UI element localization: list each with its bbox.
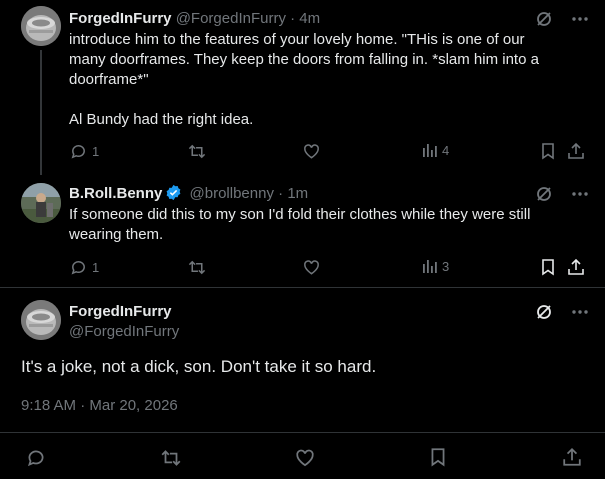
user-handle[interactable]: @brollbenny [190,185,274,202]
timestamp[interactable]: 1m [287,185,308,202]
grok-icon[interactable] [535,10,553,28]
heart-icon [296,449,314,467]
views-count: 3 [442,258,450,274]
more-options-icon[interactable] [571,191,589,197]
tweet-text: If someone did this to my son I'd fold t… [69,205,565,245]
reply-button[interactable]: 1 [69,142,99,161]
like-button[interactable] [294,447,316,469]
share-button[interactable] [567,258,585,276]
repost-button[interactable] [160,447,182,469]
bookmark-button[interactable] [539,258,557,276]
bookmark-button[interactable] [428,447,448,467]
main-action-bar [0,447,605,469]
avatar[interactable] [21,183,61,223]
reply-count: 1 [92,144,100,159]
separator: · [290,10,296,27]
views-count: 4 [442,142,450,158]
like-button[interactable] [302,258,321,277]
more-options-icon[interactable] [571,16,589,22]
views-button[interactable]: 4 [422,142,449,158]
main-header-icons [535,302,589,322]
separator: · [278,185,284,202]
verified-badge-icon[interactable] [165,184,182,201]
action-bar: 1 4 [69,142,589,162]
bookmark-button[interactable] [539,142,557,160]
reply-icon [27,450,44,467]
reply-button[interactable] [25,447,47,469]
grok-icon[interactable] [535,303,553,321]
tweet-text-content: introduce him to the features of your lo… [69,31,539,128]
repost-icon [188,260,206,275]
divider [0,432,605,433]
views-icon [423,260,437,273]
tweet-text-content: If someone did this to my son I'd fold t… [69,206,535,243]
repost-icon [161,450,181,466]
main-timestamp[interactable]: 9:18 AM · Mar 20, 2026 [21,396,178,416]
heart-icon [304,260,319,275]
repost-button[interactable] [187,142,207,161]
user-handle[interactable]: @ForgedInFurry [176,10,286,27]
display-name[interactable]: B.Roll.Benny [69,185,162,202]
share-button[interactable] [567,142,585,160]
share-icon [568,258,584,275]
display-name[interactable]: ForgedInFurry [69,302,172,322]
share-icon [568,142,584,159]
repost-icon [188,144,206,159]
display-name[interactable]: ForgedInFurry [69,10,172,27]
reply-count: 1 [92,260,100,275]
action-bar: 1 3 [69,258,589,278]
reply-icon [71,145,85,159]
bookmark-icon [542,143,554,160]
user-handle[interactable]: @ForgedInFurry [69,322,179,342]
main-tweet-text: It's a joke, not a dick, son. Don't take… [21,357,377,376]
avatar[interactable] [21,300,61,340]
tweet-text: introduce him to the features of your lo… [69,30,565,130]
thread-connector [40,50,42,175]
timestamp[interactable]: 4m [299,10,320,27]
grok-icon[interactable] [535,185,553,203]
reply-tweet-1[interactable]: ForgedInFurry @ForgedInFurry · 4m introd… [0,0,605,175]
heart-icon [304,144,319,159]
like-button[interactable] [302,142,321,161]
repost-button[interactable] [187,258,207,277]
tweet-header: ForgedInFurry @ForgedInFurry · 4m [69,9,605,29]
share-button[interactable] [562,447,582,467]
divider [0,287,605,288]
bookmark-icon [542,259,554,276]
bookmark-icon [431,448,445,467]
views-button[interactable]: 3 [422,258,449,274]
tweet-header: B.Roll.Benny @brollbenny · 1m [69,184,605,204]
more-options-icon[interactable] [571,309,589,315]
reply-tweet-2[interactable]: B.Roll.Benny @brollbenny · 1m If someone… [0,175,605,292]
views-icon [423,144,437,157]
reply-icon [71,261,85,275]
reply-button[interactable]: 1 [69,258,99,277]
avatar[interactable] [21,6,61,46]
share-icon [563,447,581,466]
